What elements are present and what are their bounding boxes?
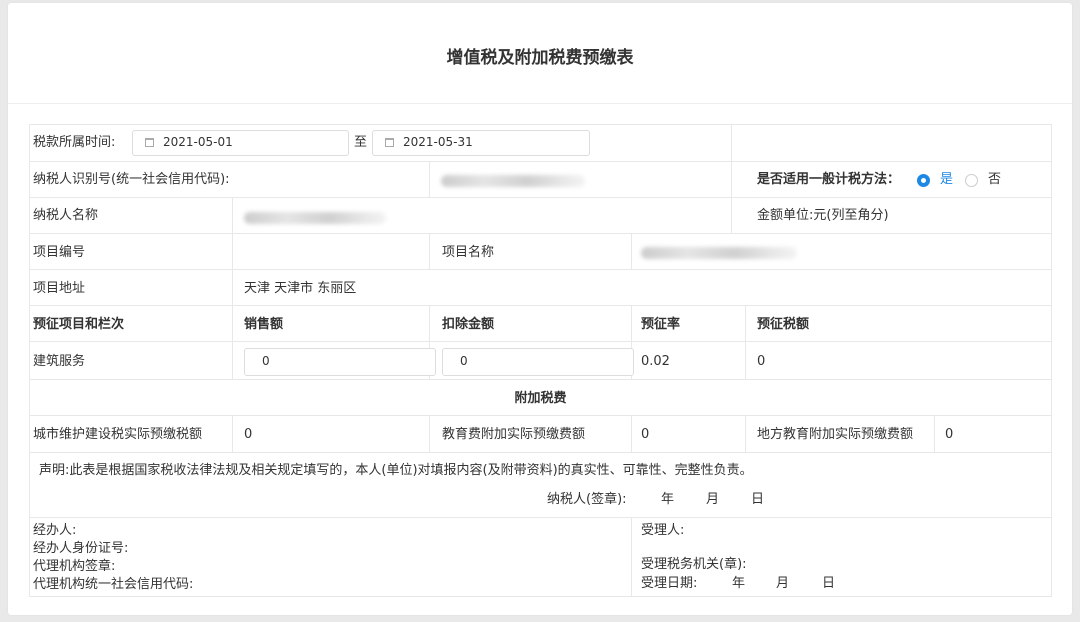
general-method-no-radio[interactable] <box>965 174 978 187</box>
taxpayer-sign-label: 纳税人(签章): <box>547 492 627 507</box>
general-method-no-label[interactable]: 否 <box>988 171 1001 189</box>
header-prepay-item: 预征项目和栏次 <box>33 317 125 332</box>
col-border <box>934 415 935 452</box>
calendar-icon <box>145 138 154 147</box>
edu-surcharge-value: 0 <box>641 427 650 442</box>
period-to-label: 至 <box>354 135 368 150</box>
sign-year-label: 年 <box>661 492 675 507</box>
col-border <box>232 305 233 379</box>
col-border <box>29 124 30 597</box>
rate-value: 0.02 <box>641 354 670 369</box>
surcharge-heading: 附加税费 <box>514 391 567 406</box>
urban-tax-label: 城市维护建设税实际预缴税额 <box>33 427 203 442</box>
period-label: 税款所属时间: <box>33 135 116 150</box>
col-border <box>631 415 632 452</box>
header-sales: 销售额 <box>244 317 284 332</box>
general-method-label: 是否适用一般计税方法： <box>757 172 901 187</box>
row-border <box>29 161 1052 162</box>
receive-day-label: 日 <box>822 576 836 591</box>
local-edu-surcharge-label: 地方教育附加实际预缴费额 <box>757 427 914 442</box>
taxpayer-id-redacted <box>441 175 585 187</box>
col-border <box>631 233 632 269</box>
row-border <box>29 233 1052 234</box>
tax-value: 0 <box>757 354 766 369</box>
col-border <box>429 161 430 197</box>
project-address-label: 项目地址 <box>33 281 86 296</box>
row-border <box>29 452 1052 453</box>
col-border <box>731 124 732 233</box>
edu-surcharge-label: 教育费附加实际预缴费额 <box>442 427 586 442</box>
general-method-yes-radio[interactable] <box>917 174 930 187</box>
project-name-redacted <box>641 247 797 259</box>
declaration-text: 声明:此表是根据国家税收法律法规及相关规定填写的，本人(单位)对填报内容(及附带… <box>39 463 753 478</box>
period-start-date-input[interactable]: 2021-05-01 <box>132 130 349 156</box>
col-border <box>1051 124 1052 597</box>
taxpayer-name-label: 纳税人名称 <box>33 208 99 223</box>
project-no-label: 项目编号 <box>33 245 86 260</box>
header-deduction: 扣除金额 <box>442 317 495 332</box>
urban-tax-value: 0 <box>244 427 253 442</box>
period-end-date-input[interactable]: 2021-05-31 <box>372 130 590 156</box>
col-border <box>232 415 233 452</box>
row-border <box>29 197 1052 198</box>
sign-day-label: 日 <box>751 492 765 507</box>
col-border <box>429 415 430 452</box>
period-end-value: 2021-05-31 <box>403 135 473 149</box>
project-name-label: 项目名称 <box>442 245 495 260</box>
header-rate: 预征率 <box>641 317 681 332</box>
prepay-item-value: 建筑服务 <box>33 354 86 369</box>
period-start-value: 2021-05-01 <box>163 135 233 149</box>
sign-month-label: 月 <box>706 492 720 507</box>
sales-input[interactable]: 0 <box>244 348 436 376</box>
handler-label: 经办人: <box>33 523 77 538</box>
header-tax: 预征税额 <box>757 317 810 332</box>
row-border <box>29 379 1052 380</box>
prepayment-form-table: 税款所属时间: 2021-05-01 至 2021-05-31 纳税人识别号(统… <box>29 124 1052 597</box>
page-title: 增值税及附加税费预缴表 <box>446 48 634 68</box>
receiving-office-label: 受理税务机关(章): <box>641 557 747 572</box>
receiver-label: 受理人: <box>641 523 685 538</box>
local-edu-surcharge-value: 0 <box>945 427 954 442</box>
title-divider <box>8 103 1072 104</box>
row-border <box>29 305 1052 306</box>
agency-seal-label: 代理机构签章: <box>33 559 116 574</box>
deduction-input-value: 0 <box>460 354 468 368</box>
col-border <box>232 197 233 233</box>
deduction-input[interactable]: 0 <box>442 348 634 376</box>
form-panel: 增值税及附加税费预缴表 税款所属时间: 2021-05-01 至 2021-05… <box>8 3 1072 615</box>
row-border <box>29 269 1052 270</box>
receive-month-label: 月 <box>776 576 790 591</box>
project-address-value: 天津 天津市 东丽区 <box>244 281 357 296</box>
receive-date-label: 受理日期: <box>641 576 698 591</box>
col-border <box>631 517 632 596</box>
amount-unit: 金额单位:元(列至角分) <box>757 208 889 223</box>
receive-year-label: 年 <box>732 576 746 591</box>
row-border <box>29 415 1052 416</box>
general-method-yes-label[interactable]: 是 <box>940 171 953 189</box>
col-border <box>745 415 746 452</box>
taxpayer-id-label: 纳税人识别号(统一社会信用代码): <box>33 172 230 187</box>
col-border <box>745 305 746 379</box>
row-border <box>29 341 1052 342</box>
col-border <box>232 233 233 305</box>
sales-input-value: 0 <box>262 354 270 368</box>
taxpayer-name-redacted <box>244 212 386 224</box>
handler-id-label: 经办人身份证号: <box>33 541 129 556</box>
row-border <box>29 596 1052 597</box>
col-border <box>429 233 430 269</box>
agency-code-label: 代理机构统一社会信用代码: <box>33 577 194 592</box>
row-border <box>29 124 1052 125</box>
row-border <box>29 517 1052 518</box>
calendar-icon <box>385 138 394 147</box>
